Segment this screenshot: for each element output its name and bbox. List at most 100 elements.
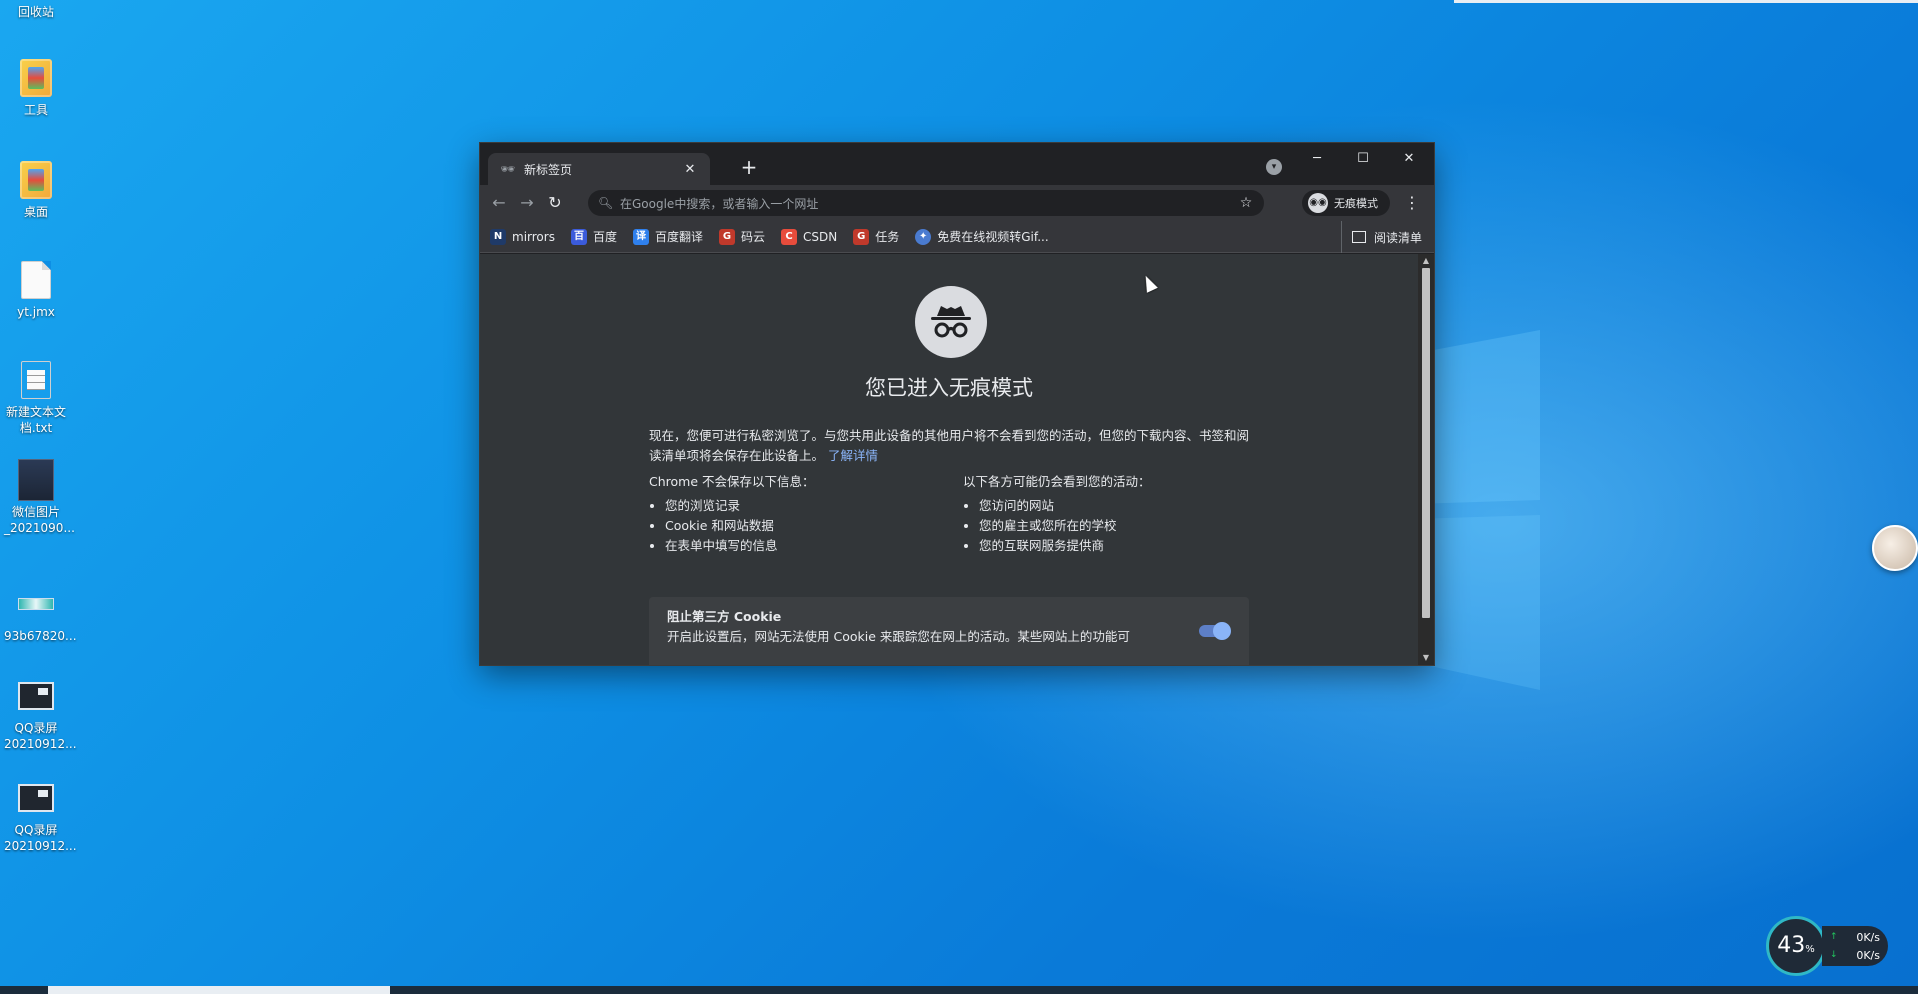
- cpu-percent: 43: [1777, 933, 1806, 958]
- taskbar-edge: [0, 986, 1918, 994]
- bookmark-video-to-gif[interactable]: ✦ 免费在线视频转Gif...: [915, 228, 1049, 245]
- gitee-icon: G: [718, 228, 735, 245]
- tab-new-tab[interactable]: 🕶 新标签页 ✕: [488, 153, 710, 185]
- tab-strip: 🕶 新标签页 ✕ + ▾ ─ ☐ ✕: [480, 143, 1434, 185]
- bookmark-star-icon[interactable]: ☆: [1238, 195, 1254, 211]
- block-cookies-toggle[interactable]: [1199, 622, 1231, 640]
- tab-search-button[interactable]: ▾: [1266, 159, 1282, 175]
- desktop-icon-tools[interactable]: 工具: [4, 58, 68, 118]
- desktop-icon-label: 工具: [23, 103, 48, 117]
- download-speed: 0K/s: [1856, 948, 1880, 962]
- bookmark-baidu-translate[interactable]: 译 百度翻译: [632, 228, 703, 245]
- minimize-button[interactable]: ─: [1294, 143, 1340, 175]
- scroll-down-arrow-icon[interactable]: ▼: [1421, 653, 1431, 663]
- page-title: 您已进入无痕模式: [865, 376, 1033, 400]
- still-visible-section: 以下各方可能仍会看到您的活动： 您访问的网站 您的雇主或您所在的学校 您的互联网…: [963, 472, 1263, 556]
- close-window-button[interactable]: ✕: [1386, 143, 1432, 175]
- desktop-icon-new-text-doc[interactable]: 新建文本文档.txt: [4, 360, 68, 436]
- back-button[interactable]: ←: [486, 190, 512, 216]
- desktop-icon-qq-recording-2[interactable]: QQ录屏20210912...: [4, 778, 77, 854]
- video-file-icon: [18, 676, 54, 716]
- still-visible-item: 您的互联网服务提供商: [979, 536, 1263, 556]
- bookmark-mirrors[interactable]: N mirrors: [490, 228, 555, 245]
- incognito-icon: 🕶: [500, 162, 516, 176]
- third-party-cookie-card: 阻止第三方 Cookie 开启此设置后，网站无法使用 Cookie 来跟踪您在网…: [649, 597, 1249, 665]
- not-saved-section: Chrome 不会保存以下信息： 您的浏览记录 Cookie 和网站数据 在表单…: [649, 472, 949, 556]
- bookmark-csdn[interactable]: C CSDN: [781, 228, 838, 245]
- gitee-icon: G: [853, 228, 870, 245]
- baidu-icon: 百: [570, 228, 587, 245]
- reading-list-label: 阅读清单: [1373, 230, 1422, 245]
- cpu-usage-gauge: 43%: [1766, 916, 1826, 976]
- folder-icon: [18, 58, 54, 98]
- desktop-icon-qq-recording-1[interactable]: QQ录屏20210912...: [4, 676, 77, 752]
- not-saved-item: 您的浏览记录: [665, 496, 949, 516]
- close-tab-icon[interactable]: ✕: [682, 162, 698, 177]
- desktop-icon-desktop-folder[interactable]: 桌面: [4, 160, 68, 220]
- video-file-icon: [18, 778, 54, 818]
- not-saved-item: Cookie 和网站数据: [665, 516, 949, 536]
- desktop-icon-93b67820[interactable]: 93b67820...: [4, 584, 77, 644]
- incognito-label: 无痕模式: [1334, 197, 1378, 210]
- file-icon: [18, 260, 54, 300]
- taskbar-segment: [48, 986, 390, 994]
- cookie-card-title: 阻止第三方 Cookie: [667, 609, 782, 624]
- forward-button[interactable]: →: [514, 190, 540, 216]
- desktop-icon-label: 93b67820...: [4, 629, 77, 643]
- desktop-icon-recycle-bin[interactable]: 回收站: [4, 4, 68, 20]
- still-visible-item: 您的雇主或您所在的学校: [979, 516, 1263, 536]
- learn-more-link[interactable]: 了解详情: [828, 448, 878, 463]
- address-bar[interactable]: 🔍︎ 在Google中搜索，或者输入一个网址 ☆: [588, 190, 1264, 216]
- network-monitor-widget[interactable]: 43% ↑ 0K/s ↓ 0K/s: [1766, 916, 1888, 976]
- image-thumbnail-icon: [18, 584, 54, 624]
- image-thumbnail-icon: [18, 459, 54, 501]
- floating-avatar[interactable]: [1872, 525, 1918, 571]
- upload-arrow-icon: ↑: [1830, 932, 1838, 942]
- desktop-icon-yt-jmx[interactable]: yt.jmx: [4, 260, 68, 320]
- bookmark-label: 百度翻译: [654, 230, 703, 244]
- bookmark-baidu[interactable]: 百 百度: [570, 228, 617, 245]
- reload-button[interactable]: ↻: [542, 190, 568, 216]
- desktop-icon-label: yt.jmx: [17, 305, 55, 319]
- toolbar: ← → ↻ 🔍︎ 在Google中搜索，或者输入一个网址 ☆ ◉◉ 无痕模式 ⋮: [480, 185, 1434, 221]
- top-edge-strip: [1454, 0, 1918, 3]
- reading-list-icon: [1351, 231, 1366, 243]
- desktop-icon-label: QQ录屏20210912...: [4, 721, 77, 751]
- menu-button[interactable]: ⋮: [1402, 190, 1422, 216]
- folder-icon: [18, 160, 54, 200]
- desktop-icon-label: 桌面: [23, 205, 48, 219]
- new-tab-button[interactable]: +: [736, 155, 762, 181]
- bookmarks-bar: N mirrors 百 百度 译 百度翻译 G 码云 C CSDN G 任务 ✦…: [480, 221, 1434, 253]
- csdn-icon: C: [781, 228, 797, 245]
- scroll-up-arrow-icon[interactable]: ▲: [1421, 256, 1431, 266]
- bookmark-label: CSDN: [803, 229, 838, 244]
- still-visible-title: 以下各方可能仍会看到您的活动：: [963, 474, 1151, 489]
- bookmark-tasks[interactable]: G 任务: [853, 228, 899, 245]
- bookmark-label: 任务: [875, 230, 900, 244]
- desktop-icon-label: 微信图片_2021090...: [4, 505, 75, 535]
- bookmark-label: 免费在线视频转Gif...: [937, 230, 1049, 244]
- upload-speed: 0K/s: [1856, 930, 1880, 944]
- desktop-icon-label: QQ录屏20210912...: [4, 823, 77, 853]
- reading-list-button[interactable]: 阅读清单: [1340, 221, 1422, 253]
- incognito-profile-button[interactable]: ◉◉ 无痕模式: [1302, 190, 1390, 216]
- scrollbar-thumb[interactable]: [1422, 268, 1430, 618]
- incognito-icon: [915, 286, 987, 358]
- network-speeds: ↑ 0K/s ↓ 0K/s: [1822, 926, 1888, 966]
- desktop-icon-wechat-image[interactable]: 微信图片_2021090...: [4, 459, 75, 536]
- bookmark-label: mirrors: [512, 229, 555, 244]
- incognito-icon: ◉◉: [1308, 193, 1328, 213]
- page-scrollbar[interactable]: ▲ ▼: [1418, 254, 1434, 665]
- bookmark-label: 码云: [740, 230, 765, 244]
- desktop-icon-label: 回收站: [17, 5, 54, 19]
- baidu-translate-icon: 译: [632, 228, 649, 245]
- chrome-incognito-window: 🕶 新标签页 ✕ + ▾ ─ ☐ ✕ ← → ↻ 🔍︎ 在Google中搜索，或…: [480, 143, 1434, 665]
- tab-title: 新标签页: [524, 162, 573, 177]
- bookmark-gitee[interactable]: G 码云: [718, 228, 765, 245]
- not-saved-title: Chrome 不会保存以下信息：: [649, 474, 815, 489]
- maximize-button[interactable]: ☐: [1340, 143, 1386, 175]
- not-saved-item: 在表单中填写的信息: [665, 536, 949, 556]
- still-visible-item: 您访问的网站: [979, 496, 1263, 516]
- intro-body: 现在，您便可进行私密浏览了。与您共用此设备的其他用户将不会看到您的活动，但您的下…: [649, 428, 1250, 463]
- video-gif-icon: ✦: [915, 228, 932, 245]
